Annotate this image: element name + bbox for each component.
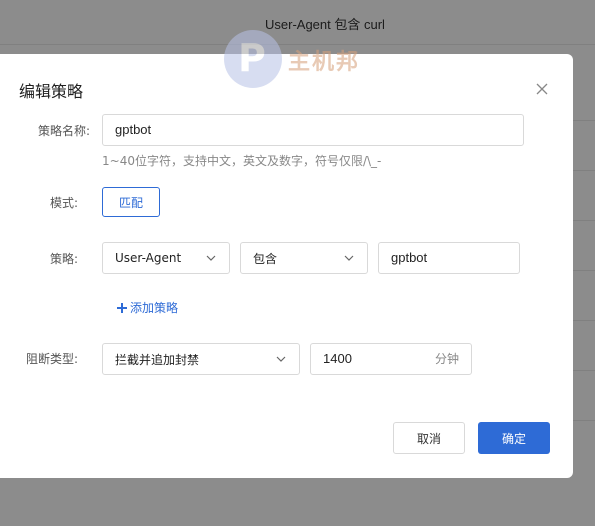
mode-match-button[interactable]: 匹配 <box>102 187 160 217</box>
block-type-label: 阻断类型: <box>25 352 78 366</box>
policy-field-select[interactable]: User-Agent <box>102 242 230 274</box>
block-duration-unit: 分钟 <box>435 352 460 366</box>
chevron-down-icon <box>276 356 286 362</box>
add-policy-link[interactable]: 添加策略 <box>116 299 178 316</box>
watermark-logo: P 主机邦 <box>224 30 384 90</box>
block-type-value: 拦截并追加封禁 <box>115 352 200 367</box>
policy-name-input[interactable]: gptbot <box>102 114 524 146</box>
confirm-button[interactable]: 确定 <box>478 422 550 454</box>
policy-name-hint: 1~40位字符，支持中文，英文及数字，符号仅限/\_- <box>102 154 382 168</box>
policy-value-input[interactable]: gptbot <box>378 242 520 274</box>
policy-operator-select[interactable]: 包含 <box>240 242 368 274</box>
mode-label: 模式: <box>49 196 78 210</box>
add-policy-label: 添加策略 <box>130 301 179 315</box>
chevron-down-icon <box>344 255 354 261</box>
plus-icon <box>117 302 127 313</box>
edit-policy-dialog: 编辑策略 策略名称: gptbot 1~40位字符，支持中文，英文及数字，符号仅… <box>0 54 573 478</box>
close-icon[interactable] <box>533 80 551 98</box>
policy-operator-value: 包含 <box>253 251 278 266</box>
cancel-button[interactable]: 取消 <box>393 422 465 454</box>
policy-name-label: 策略名称: <box>37 124 90 138</box>
policy-field-value: User-Agent <box>115 251 182 265</box>
watermark-text: 主机邦 <box>288 49 361 75</box>
dialog-title: 编辑策略 <box>19 82 84 101</box>
chevron-down-icon <box>206 255 216 261</box>
block-type-select[interactable]: 拦截并追加封禁 <box>102 343 300 375</box>
policy-label: 策略: <box>49 252 78 266</box>
watermark-p-icon: P <box>238 36 266 80</box>
